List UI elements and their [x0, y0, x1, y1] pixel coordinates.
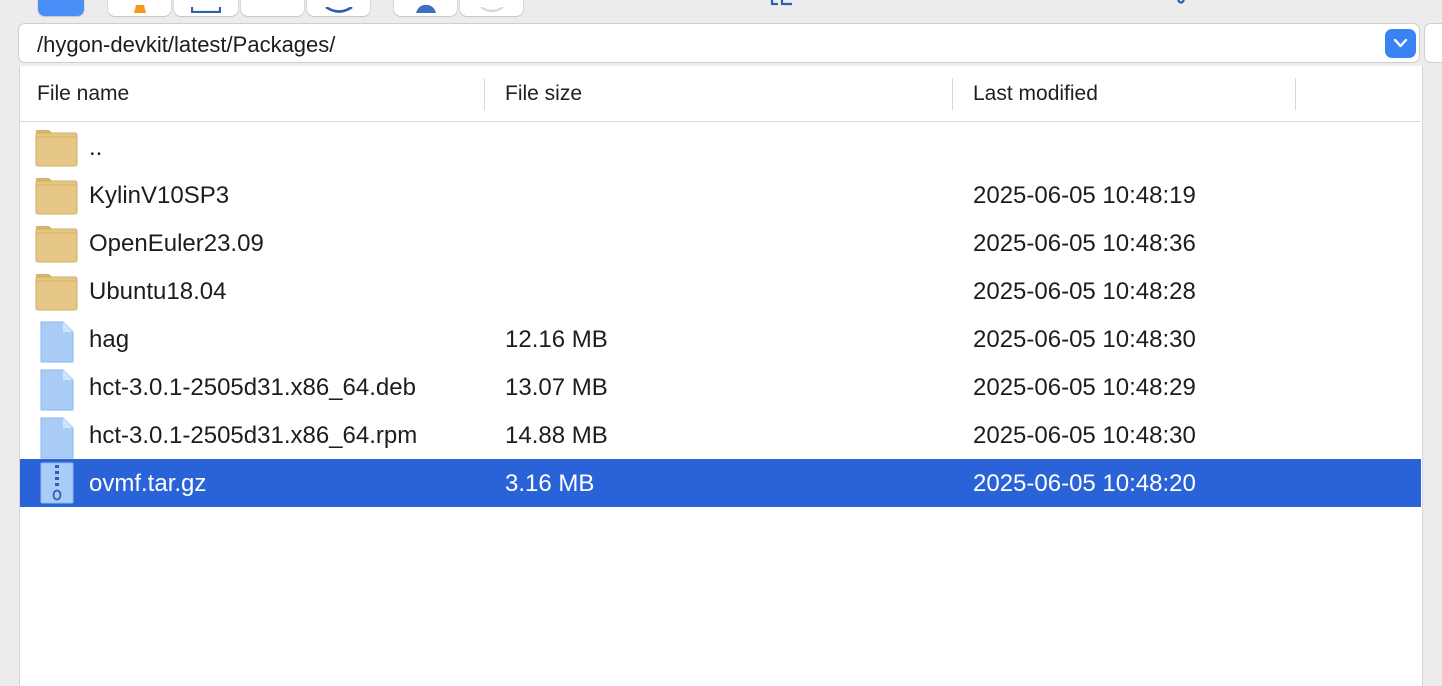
disabled-circle-icon [479, 7, 504, 13]
file-size: 14.88 MB [505, 422, 608, 449]
table-row[interactable]: Ubuntu18.04 2025-06-05 10:48:28 [20, 267, 1421, 315]
toolbar-circle-button[interactable] [307, 0, 370, 16]
folder-icon [35, 178, 78, 215]
file-name: hct-3.0.1-2505d31.x86_64.rpm [89, 422, 418, 449]
table-row[interactable]: OpenEuler23.09 2025-06-05 10:48:36 [20, 219, 1421, 267]
archive-icon [40, 462, 74, 504]
column-header-last-modified[interactable]: Last modified [973, 82, 1098, 106]
last-modified: 2025-06-05 10:48:36 [973, 230, 1196, 257]
last-modified: 2025-06-05 10:48:29 [973, 374, 1196, 401]
file-list[interactable]: File name File size Last modified .. Kyl… [19, 66, 1423, 686]
file-size: 3.16 MB [505, 470, 595, 497]
table-row[interactable]: hct-3.0.1-2505d31.x86_64.rpm 14.88 MB 20… [20, 411, 1421, 459]
column-divider[interactable] [1295, 78, 1296, 110]
toolbar-window-button[interactable] [174, 0, 238, 16]
toolbar [0, 0, 1442, 20]
path-combobox[interactable]: /hygon-devkit/latest/Packages/ [18, 23, 1420, 63]
side-panel-edge [1424, 23, 1442, 63]
column-header-file-name[interactable]: File name [37, 82, 129, 106]
file-icon [40, 417, 74, 459]
table-row[interactable]: KylinV10SP3 2025-06-05 10:48:19 [20, 171, 1421, 219]
table-row[interactable]: hag 12.16 MB 2025-06-05 10:48:30 [20, 315, 1421, 363]
file-name: hct-3.0.1-2505d31.x86_64.deb [89, 374, 416, 401]
person-icon [415, 5, 436, 13]
last-modified: 2025-06-05 10:48:30 [973, 422, 1196, 449]
file-name: ovmf.tar.gz [89, 470, 207, 497]
table-row[interactable]: .. [20, 123, 1421, 171]
column-divider[interactable] [484, 78, 485, 110]
remote-icon [770, 0, 792, 6]
tick-icon [1177, 0, 1185, 4]
file-size: 12.16 MB [505, 326, 608, 353]
toolbar-primary-button[interactable] [38, 0, 84, 16]
toolbar-disabled-button [460, 0, 523, 16]
file-name: OpenEuler23.09 [89, 230, 264, 257]
path-dropdown-button[interactable] [1385, 29, 1416, 58]
table-row[interactable]: hct-3.0.1-2505d31.x86_64.deb 13.07 MB 20… [20, 363, 1421, 411]
table-header: File name File size Last modified [20, 66, 1421, 122]
last-modified: 2025-06-05 10:48:30 [973, 326, 1196, 353]
last-modified: 2025-06-05 10:48:28 [973, 278, 1196, 305]
file-name: KylinV10SP3 [89, 182, 230, 209]
last-modified: 2025-06-05 10:48:19 [973, 182, 1196, 209]
file-icon [40, 369, 74, 411]
toolbar-blank-button[interactable] [241, 0, 304, 16]
folder-icon [35, 226, 78, 263]
toolbar-person-button[interactable] [394, 0, 457, 16]
window-icon [191, 7, 221, 13]
file-name: hag [89, 326, 130, 353]
column-header-file-size[interactable]: File size [505, 82, 582, 106]
file-icon [40, 321, 74, 363]
toolbar-alert-button[interactable] [108, 0, 171, 16]
file-size: 13.07 MB [505, 374, 608, 401]
circle-icon [324, 7, 353, 13]
table-row-selected[interactable]: ovmf.tar.gz 3.16 MB 2025-06-05 10:48:20 [20, 459, 1421, 507]
folder-icon [35, 274, 78, 311]
alert-icon [133, 5, 146, 13]
last-modified: 2025-06-05 10:48:20 [973, 470, 1196, 497]
column-divider[interactable] [952, 78, 953, 110]
chevron-down-icon [1393, 38, 1408, 48]
file-name: Ubuntu18.04 [89, 278, 227, 305]
folder-icon [35, 130, 78, 167]
path-input[interactable]: /hygon-devkit/latest/Packages/ [37, 32, 335, 58]
file-name: .. [89, 134, 103, 161]
